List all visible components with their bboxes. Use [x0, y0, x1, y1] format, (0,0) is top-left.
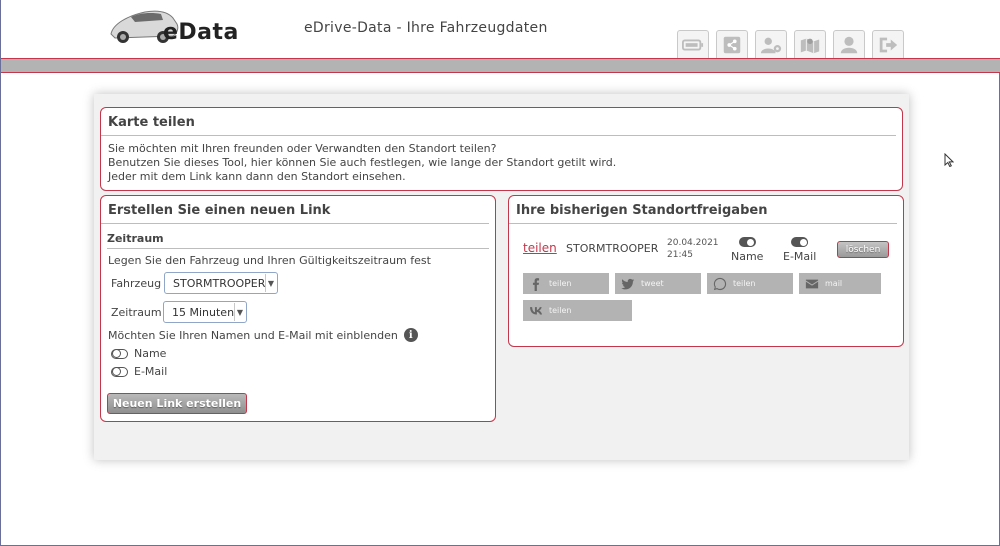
facebook-icon — [532, 277, 540, 291]
delete-wrap: löschen — [837, 241, 889, 258]
create-link-title: Erstellen Sie einen neuen Link — [101, 196, 489, 224]
email-toggle[interactable] — [111, 366, 128, 377]
page-title: eDrive-Data - Ihre Fahrzeugdaten — [304, 20, 548, 36]
battery-nav-button[interactable] — [677, 30, 709, 58]
vehicle-select[interactable]: STORMTROOPER ▼ — [164, 272, 278, 294]
share-entry-vehicle: STORMTROOPER — [566, 242, 659, 255]
name-toggle-label: Name — [134, 347, 167, 360]
description-line: Benutzen Sie dieses Tool, hier können Si… — [108, 156, 617, 169]
facebook-share-button[interactable]: teilen — [523, 273, 609, 294]
user-icon — [840, 36, 858, 53]
period-subtitle: Zeitraum — [107, 232, 489, 249]
whatsapp-icon — [713, 277, 727, 290]
share-nav-button[interactable] — [716, 30, 748, 58]
share-map-description: Sie möchten mit Ihren freunden oder Verw… — [101, 136, 902, 184]
main-panel: Karte teilen Sie möchten mit Ihren freun… — [94, 94, 909, 460]
entry-email-toggle[interactable] — [791, 237, 809, 247]
vk-icon — [530, 306, 543, 314]
delete-share-button[interactable]: löschen — [837, 241, 889, 258]
share-entry-link-wrap: teilen — [523, 241, 557, 255]
twitter-share-label: tweet — [641, 279, 664, 288]
map-nav-button[interactable] — [794, 30, 826, 58]
top-nav — [677, 30, 904, 58]
period-intro: Legen Sie den Fahrzeug und Ihren Gültigk… — [108, 254, 431, 267]
user-settings-nav-button[interactable] — [755, 30, 787, 58]
header-band — [1, 58, 1000, 73]
entry-name-toggle[interactable] — [738, 237, 756, 247]
show-info-question: Möchten Sie Ihren Namen und E-Mail mit e… — [108, 328, 398, 342]
name-toggle-row: Name — [111, 347, 166, 360]
twitter-icon — [621, 278, 635, 289]
share-map-title: Karte teilen — [101, 108, 896, 136]
logout-nav-button[interactable] — [872, 30, 904, 58]
logo-text: eData — [163, 20, 239, 45]
email-toggle-row: E-Mail — [111, 365, 167, 378]
period-row: Zeitraum 15 Minuten ▼ — [111, 301, 247, 323]
create-link-button[interactable]: Neuen Link erstellen — [107, 393, 247, 414]
mouse-cursor-icon — [944, 153, 954, 167]
create-link-card: Erstellen Sie einen neuen Link Zeitraum … — [100, 195, 496, 422]
whatsapp-share-label: teilen — [733, 279, 756, 288]
mail-icon — [805, 279, 819, 288]
existing-shares-title: Ihre bisherigen Standortfreigaben — [509, 196, 897, 224]
user-settings-icon — [760, 37, 782, 53]
period-select-value: 15 Minuten — [172, 305, 235, 319]
vk-share-button[interactable]: teilen — [523, 300, 632, 321]
description-line: Jeder mit dem Link kann dann den Standor… — [108, 170, 406, 183]
vehicle-select-value: STORMTROOPER — [173, 276, 266, 290]
entry-name-label: Name — [731, 250, 764, 263]
period-select[interactable]: 15 Minuten ▼ — [163, 301, 247, 323]
vehicle-row: Fahrzeug STORMTROOPER ▼ — [111, 272, 278, 294]
vk-share-label: teilen — [549, 306, 572, 315]
facebook-share-label: teilen — [549, 279, 572, 288]
whatsapp-share-button[interactable]: teilen — [707, 273, 793, 294]
logout-icon — [879, 37, 898, 52]
name-toggle[interactable] — [111, 348, 128, 359]
profile-nav-button[interactable] — [833, 30, 865, 58]
chevron-down-icon: ▼ — [234, 303, 245, 321]
info-icon[interactable]: i — [403, 328, 418, 342]
share-entry-time: 21:45 — [667, 250, 693, 260]
chevron-down-icon: ▼ — [265, 274, 276, 292]
email-toggle-label: E-Mail — [134, 365, 168, 378]
share-entry-link[interactable]: teilen — [523, 241, 557, 255]
share-icon — [723, 36, 741, 53]
share-entry-datetime: 20.04.2021 21:45 — [667, 237, 719, 261]
map-icon — [800, 38, 820, 53]
share-map-card: Karte teilen Sie möchten mit Ihren freun… — [100, 107, 903, 191]
battery-icon — [682, 39, 704, 50]
entry-email-label: E-Mail — [783, 250, 817, 263]
share-entry-name-toggle: Name — [731, 237, 763, 263]
mail-share-button[interactable]: mail — [799, 273, 881, 294]
period-label: Zeitraum — [111, 305, 162, 319]
show-info-row: Möchten Sie Ihren Namen und E-Mail mit e… — [108, 328, 418, 342]
description-line: Sie möchten mit Ihren freunden oder Verw… — [108, 142, 497, 155]
share-entry-email-toggle: E-Mail — [783, 237, 816, 263]
header: eData eDrive-Data - Ihre Fahrzeugdaten — [1, 0, 1000, 58]
share-entry-date: 20.04.2021 — [667, 238, 719, 248]
twitter-share-button[interactable]: tweet — [615, 273, 701, 294]
mail-share-label: mail — [825, 279, 843, 288]
existing-shares-card: Ihre bisherigen Standortfreigaben teilen… — [508, 195, 904, 347]
vehicle-label: Fahrzeug — [111, 276, 162, 290]
